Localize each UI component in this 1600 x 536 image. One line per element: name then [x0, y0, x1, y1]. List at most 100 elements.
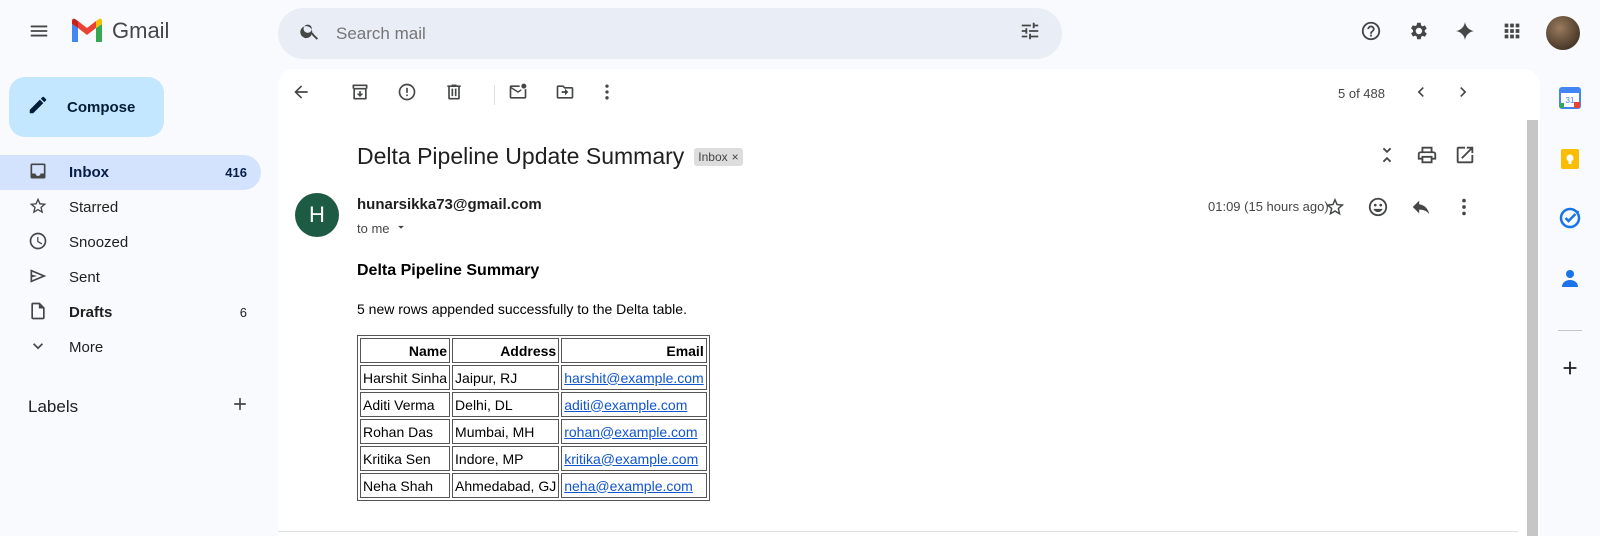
remove-label-icon[interactable]: ×: [732, 150, 739, 164]
sidebar-item-label: Drafts: [69, 304, 113, 321]
star-outline-icon: [1324, 196, 1346, 223]
newer-button[interactable]: [1401, 74, 1441, 114]
delete-button[interactable]: [434, 74, 474, 114]
header-actions: [1351, 13, 1532, 53]
sidebar-item-label: More: [69, 339, 104, 356]
name-cell: Harshit Sinha: [360, 365, 451, 390]
draft-count: 6: [239, 305, 247, 320]
more-vert-icon: [1453, 196, 1475, 223]
inbox-label-chip: Inbox ×: [694, 147, 743, 166]
get-addons-button[interactable]: [1548, 350, 1592, 390]
sidebar-item-more[interactable]: More: [0, 330, 261, 365]
back-button[interactable]: [281, 74, 321, 114]
support-button[interactable]: [1351, 13, 1391, 53]
unread-count: 416: [225, 165, 247, 180]
clock-icon: [28, 231, 69, 255]
search-input[interactable]: [336, 23, 1010, 44]
table-row: Neha Shah Ahmedabad, GJ neha@example.com: [360, 473, 707, 498]
subject-text: Delta Pipeline Update Summary: [357, 143, 685, 169]
search-button[interactable]: [290, 14, 330, 54]
sender-avatar[interactable]: H: [295, 193, 339, 237]
star-icon: [28, 196, 69, 220]
svg-text:31: 31: [1566, 96, 1575, 105]
older-button[interactable]: [1443, 74, 1483, 114]
trash-icon: [444, 82, 464, 107]
search-bar[interactable]: [278, 8, 1062, 59]
gemini-button[interactable]: [1445, 13, 1485, 53]
open-new-window-button[interactable]: [1445, 137, 1485, 177]
search-icon: [299, 20, 321, 47]
reply-button[interactable]: [1401, 189, 1441, 229]
column-header: Email: [561, 338, 707, 363]
mark-unread-icon: [508, 82, 528, 107]
account-avatar[interactable]: [1546, 16, 1580, 50]
report-spam-button[interactable]: [387, 74, 427, 114]
sender-email[interactable]: hunarsikka73@gmail.com: [357, 196, 542, 213]
name-cell: Rohan Das: [360, 419, 451, 444]
apps-grid-icon: [1501, 20, 1523, 47]
table-row: Aditi Verma Delhi, DL aditi@example.com: [360, 392, 707, 417]
message-toolbar: 5 of 488: [278, 74, 1540, 114]
scrollbar[interactable]: [1527, 120, 1538, 536]
calendar-app-button[interactable]: 31: [1548, 78, 1592, 118]
contacts-app-button[interactable]: [1548, 258, 1592, 298]
mark-unread-button[interactable]: [498, 74, 538, 114]
recipient-details[interactable]: to me: [357, 220, 408, 237]
name-cell: Aditi Verma: [360, 392, 451, 417]
sidebar-item-label: Inbox: [69, 164, 109, 181]
sidebar-item-sent[interactable]: Sent: [0, 260, 261, 295]
body-heading: Delta Pipeline Summary: [357, 262, 540, 279]
add-reaction-button[interactable]: [1358, 189, 1398, 229]
contacts-icon: [1562, 270, 1578, 287]
email-link[interactable]: harshit@example.com: [564, 370, 704, 386]
settings-button[interactable]: [1398, 13, 1438, 53]
subject-actions: [1367, 137, 1485, 177]
apps-button[interactable]: [1492, 13, 1532, 53]
unfold-less-icon: [1376, 144, 1398, 171]
sidebar-item-starred[interactable]: Starred: [0, 190, 261, 225]
compose-label: Compose: [67, 98, 136, 116]
table-row: Harshit Sinha Jaipur, RJ harshit@example…: [360, 365, 707, 390]
sidebar-item-drafts[interactable]: Drafts 6: [0, 295, 261, 330]
labels-title: Labels: [28, 396, 79, 416]
email-cell: kritika@example.com: [561, 446, 707, 471]
sparkle-icon: [1454, 20, 1476, 47]
address-cell: Indore, MP: [452, 446, 560, 471]
divider: [278, 531, 1518, 532]
tasks-app-button[interactable]: [1548, 198, 1592, 238]
email-link[interactable]: aditi@example.com: [564, 397, 687, 413]
email-cell: harshit@example.com: [561, 365, 707, 390]
calendar-icon: 31: [1559, 87, 1581, 109]
chevron-down-icon: [28, 336, 69, 360]
reply-icon: [1410, 196, 1432, 223]
rail-divider: [1558, 330, 1582, 331]
email-link[interactable]: kritika@example.com: [564, 451, 698, 467]
archive-button[interactable]: [340, 74, 380, 114]
print-button[interactable]: [1407, 137, 1447, 177]
sidebar-item-snoozed[interactable]: Snoozed: [0, 225, 261, 260]
arrow-back-icon: [291, 82, 311, 107]
message-more-button[interactable]: [1444, 189, 1484, 229]
sidebar-item-label: Sent: [69, 269, 100, 286]
move-to-button[interactable]: [545, 74, 585, 114]
compose-button[interactable]: Compose: [9, 77, 164, 137]
email-link[interactable]: rohan@example.com: [564, 424, 697, 440]
add-label-icon[interactable]: [230, 394, 250, 419]
send-icon: [28, 266, 69, 290]
collapse-all-button[interactable]: [1367, 137, 1407, 177]
star-button[interactable]: [1315, 189, 1355, 229]
help-icon: [1360, 20, 1382, 47]
keep-app-button[interactable]: [1548, 139, 1592, 179]
main-menu-button[interactable]: [19, 13, 59, 53]
name-cell: Neha Shah: [360, 473, 451, 498]
email-subject: Delta Pipeline Update Summary Inbox ×: [357, 143, 743, 170]
gmail-logo[interactable]: Gmail: [70, 18, 169, 44]
search-options-button[interactable]: [1010, 14, 1050, 54]
sidebar-item-inbox[interactable]: Inbox 416: [0, 155, 261, 190]
more-options-button[interactable]: [587, 74, 627, 114]
address-cell: Delhi, DL: [452, 392, 560, 417]
email-cell: rohan@example.com: [561, 419, 707, 444]
message-actions: [1315, 189, 1484, 229]
email-link[interactable]: neha@example.com: [564, 478, 693, 494]
label-chip-text: Inbox: [698, 149, 728, 164]
